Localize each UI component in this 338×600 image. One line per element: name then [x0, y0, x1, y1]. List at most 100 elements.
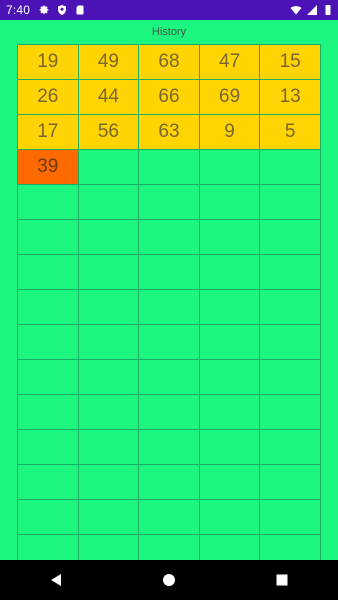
history-cell	[17, 429, 79, 465]
history-row: 39	[17, 149, 321, 185]
history-cell	[138, 464, 200, 500]
history-cell	[259, 324, 321, 360]
history-cell	[138, 359, 200, 395]
history-cell	[17, 254, 79, 290]
history-cell	[77, 254, 140, 290]
history-cell	[17, 289, 79, 325]
history-cell	[259, 184, 321, 220]
history-cell	[198, 219, 261, 255]
history-cell	[17, 359, 79, 395]
history-cell	[259, 429, 321, 465]
history-cell	[77, 429, 140, 465]
status-bar: 7:40	[0, 0, 338, 20]
history-row: 17 56 63 9 5	[17, 114, 321, 150]
sd-card-icon	[76, 5, 84, 15]
history-cell	[259, 534, 321, 560]
history-cell	[17, 184, 79, 220]
history-cell	[17, 499, 79, 535]
history-cell	[138, 429, 200, 465]
history-table: 19 49 68 47 15 26 44 66 69 13 17 56 63 9 5 39	[17, 44, 321, 560]
history-cell	[198, 184, 261, 220]
history-cell	[198, 499, 261, 535]
history-cell	[138, 499, 200, 535]
history-cell	[259, 359, 321, 395]
history-cell	[138, 289, 200, 325]
history-cell	[17, 464, 79, 500]
history-cell	[77, 394, 140, 430]
history-row	[17, 324, 321, 360]
history-cell: 17	[17, 114, 79, 150]
history-cell	[259, 219, 321, 255]
history-cell	[138, 324, 200, 360]
history-cell	[17, 534, 79, 560]
history-cell	[259, 464, 321, 500]
history-cell	[259, 499, 321, 535]
wifi-icon	[290, 6, 302, 15]
history-cell	[17, 219, 79, 255]
history-cell	[198, 254, 261, 290]
history-row	[17, 394, 321, 430]
history-cell: 69	[198, 79, 261, 115]
recents-icon	[276, 574, 288, 586]
history-cell	[198, 289, 261, 325]
navigation-bar	[0, 560, 338, 600]
history-cell: 5	[259, 114, 321, 150]
history-cell	[77, 499, 140, 535]
history-cell	[77, 464, 140, 500]
history-row	[17, 359, 321, 395]
history-cell	[138, 149, 200, 185]
history-cell: 49	[77, 44, 140, 80]
home-button[interactable]	[149, 560, 189, 600]
history-cell	[259, 289, 321, 325]
history-cell	[198, 359, 261, 395]
history-cell	[259, 254, 321, 290]
history-cell	[77, 219, 140, 255]
gear-icon	[39, 5, 49, 15]
current-history-cell: 39	[17, 149, 79, 185]
history-cell	[138, 219, 200, 255]
status-time: 7:40	[6, 3, 31, 17]
history-row	[17, 219, 321, 255]
signal-icon	[307, 5, 317, 15]
history-cell	[77, 359, 140, 395]
history-cell	[259, 394, 321, 430]
history-cell: 66	[138, 79, 200, 115]
back-button[interactable]	[36, 560, 76, 600]
history-row	[17, 534, 321, 560]
history-row: 26 44 66 69 13	[17, 79, 321, 115]
history-row	[17, 254, 321, 290]
history-cell: 13	[259, 79, 321, 115]
history-cell	[198, 464, 261, 500]
history-cell	[198, 324, 261, 360]
history-row	[17, 464, 321, 500]
history-cell: 68	[138, 44, 200, 80]
history-cell: 56	[77, 114, 140, 150]
history-row: 19 49 68 47 15	[17, 44, 321, 80]
history-cell	[198, 394, 261, 430]
history-cell	[259, 149, 321, 185]
history-cell	[198, 429, 261, 465]
history-cell: 44	[77, 79, 140, 115]
history-cell	[77, 534, 140, 560]
history-cell	[77, 289, 140, 325]
history-cell	[138, 394, 200, 430]
history-grid: 19 49 68 47 15 26 44 66 69 13 17 56 63 9 5 39	[17, 44, 321, 560]
history-cell	[138, 254, 200, 290]
history-cell	[77, 149, 140, 185]
history-cell	[77, 324, 140, 360]
history-row	[17, 289, 321, 325]
history-row	[17, 499, 321, 535]
history-cell	[77, 184, 140, 220]
page-title: History	[151, 26, 187, 38]
recents-button[interactable]	[262, 560, 302, 600]
history-cell: 63	[138, 114, 200, 150]
battery-icon	[325, 5, 331, 15]
shield-icon	[58, 5, 67, 15]
history-cell	[138, 184, 200, 220]
history-row	[17, 429, 321, 465]
history-cell	[198, 149, 261, 185]
history-cell	[138, 534, 200, 560]
history-cell: 19	[17, 44, 79, 80]
back-icon	[51, 574, 62, 586]
history-cell	[17, 324, 79, 360]
